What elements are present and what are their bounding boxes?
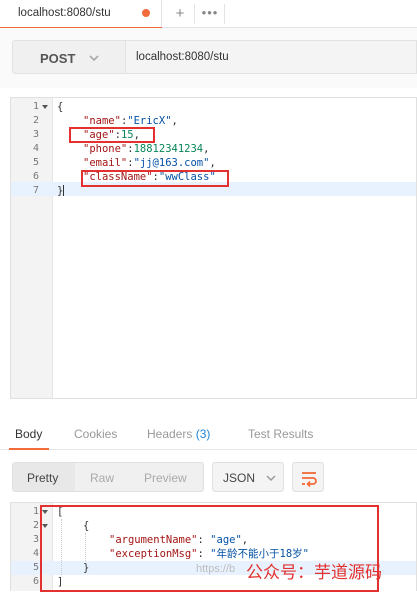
code-line: 2 "name":"EricX", xyxy=(11,114,416,128)
json-key: "email" xyxy=(83,157,128,169)
response-toolbar: Pretty Raw Preview JSON xyxy=(0,456,417,498)
pretty-button[interactable]: Pretty xyxy=(27,471,58,485)
wrap-lines-icon xyxy=(302,472,317,487)
preview-button[interactable]: Preview xyxy=(144,471,187,485)
unsaved-dot-icon[interactable] xyxy=(142,9,150,17)
line-number: 6 xyxy=(32,171,39,182)
watermark-text: 公众号：芋道源码 xyxy=(246,563,382,583)
code-text: { xyxy=(57,101,64,113)
line-number: 3 xyxy=(32,534,39,545)
watermark-url: https://b xyxy=(196,563,236,575)
json-key: "name" xyxy=(83,115,121,127)
active-tab-indicator xyxy=(9,448,49,450)
more-tabs-button[interactable]: ••• xyxy=(199,4,221,24)
request-tab[interactable]: localhost:8080/stu xyxy=(0,0,162,29)
json-value: "EricX" xyxy=(127,115,172,127)
line-number: 5 xyxy=(32,562,39,573)
url-text: localhost:8080/stu xyxy=(136,51,229,63)
line-number: 7 xyxy=(32,185,39,196)
line-number: 3 xyxy=(32,129,39,140)
json-value: 18812341234 xyxy=(133,143,204,155)
chevron-down-icon xyxy=(89,55,99,62)
url-input[interactable]: localhost:8080/stu xyxy=(126,40,417,74)
code-line: 4 "phone":18812341234, xyxy=(11,142,416,156)
chevron-down-icon xyxy=(266,475,276,482)
tab-headers[interactable]: Headers (3) xyxy=(147,427,210,441)
raw-button[interactable]: Raw xyxy=(90,471,114,485)
code-line: 5 "email":"jj@163.com", xyxy=(11,156,416,170)
response-tabs: Body Cookies Headers (3) Test Results xyxy=(0,420,417,450)
line-number: 5 xyxy=(32,157,39,168)
line-number: 1 xyxy=(32,506,39,517)
code-text: "email":"jj@163.com", xyxy=(83,157,216,169)
tab-body[interactable]: Body xyxy=(15,427,42,441)
method-select[interactable]: POST xyxy=(12,40,126,74)
code-text: "name":"EricX", xyxy=(83,115,178,127)
code-text: } xyxy=(57,184,65,198)
tab-strip: localhost:8080/stu + ••• xyxy=(0,0,417,29)
wrap-lines-button[interactable] xyxy=(292,462,324,492)
headers-count-badge: (3) xyxy=(195,427,211,441)
view-mode-segmented-control: Pretty Raw Preview xyxy=(12,462,204,492)
request-bar: POST localhost:8080/stu xyxy=(0,28,417,88)
annotation-box-classname xyxy=(81,170,229,187)
tab-cookies[interactable]: Cookies xyxy=(74,427,117,441)
format-select[interactable]: JSON xyxy=(212,462,284,492)
tab-test-results[interactable]: Test Results xyxy=(248,427,313,441)
line-number: 4 xyxy=(32,143,39,154)
request-body-editor[interactable]: 1 { 2 "name":"EricX", 3 "age":15, 4 "pho… xyxy=(10,97,417,399)
code-line: 1 { xyxy=(11,100,416,114)
annotation-box-age xyxy=(69,127,155,143)
line-number: 1 xyxy=(32,101,39,112)
code-text: "phone":18812341234, xyxy=(83,143,210,155)
line-number: 2 xyxy=(32,520,39,531)
request-tab-label: localhost:8080/stu xyxy=(18,7,111,19)
json-key: "phone" xyxy=(83,143,128,155)
line-number: 4 xyxy=(32,548,39,559)
method-label: POST xyxy=(40,51,76,66)
new-tab-button[interactable]: + xyxy=(170,4,190,24)
line-number: 2 xyxy=(32,115,39,126)
format-label: JSON xyxy=(223,471,256,485)
tab-divider xyxy=(224,4,225,24)
tab-divider xyxy=(194,4,195,24)
tab-headers-label: Headers xyxy=(147,427,193,441)
text-cursor xyxy=(63,185,65,196)
line-number: 6 xyxy=(32,576,39,587)
fold-arrow-icon[interactable] xyxy=(42,105,48,109)
json-value: "jj@163.com" xyxy=(133,157,210,169)
